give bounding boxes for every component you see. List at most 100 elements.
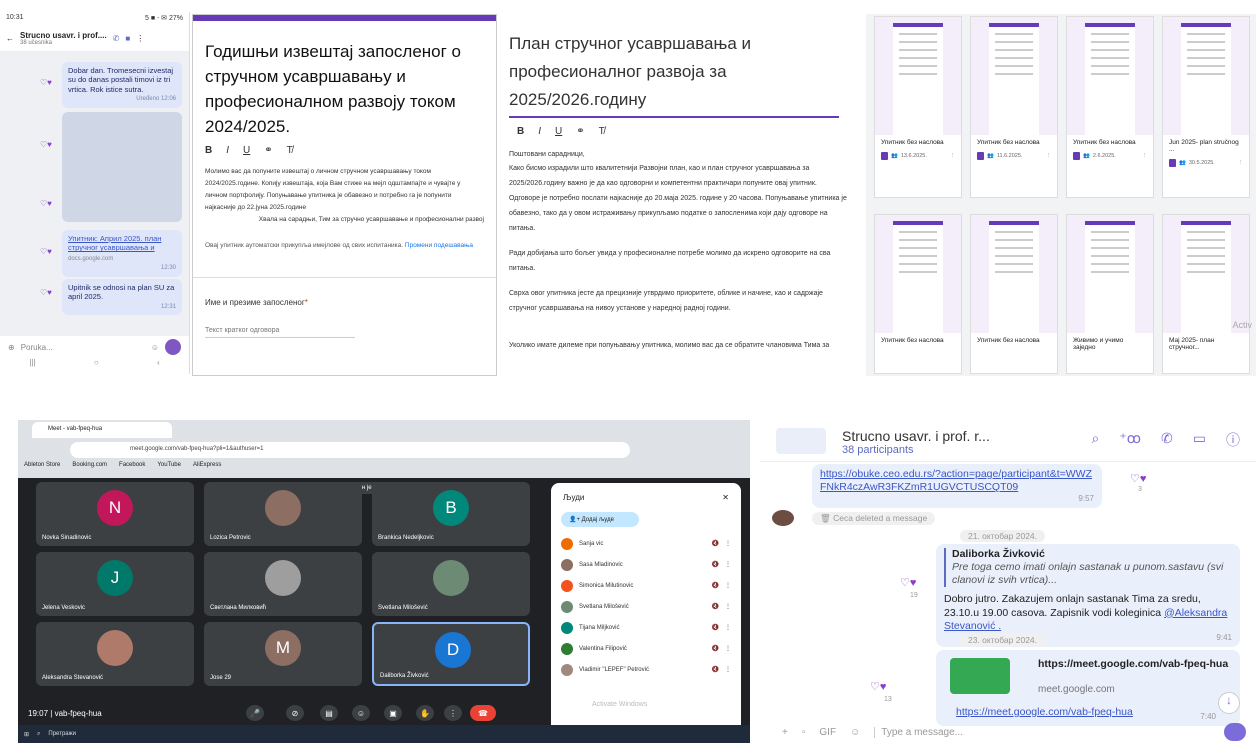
bookmark[interactable]: AliExpress (193, 462, 221, 468)
participant-tile[interactable]: B Brankica Nedeljkovic (372, 482, 530, 546)
italic-icon[interactable]: I (226, 145, 229, 156)
message-input[interactable]: Type a message... (874, 726, 1210, 738)
present-icon[interactable]: ▣ (384, 705, 402, 721)
people-list-item[interactable]: Tijana Miljković 🔇 ⋮ (551, 617, 741, 638)
info-icon[interactable]: ⓘ (1226, 430, 1240, 450)
bold-icon[interactable]: B (205, 145, 212, 156)
underline-icon[interactable]: U (243, 145, 250, 156)
video-call-icon[interactable]: ▭ (1193, 430, 1206, 450)
participants-count[interactable]: 38 participants (842, 444, 914, 456)
participant-tile[interactable]: Aleksandra Stevanović (36, 622, 194, 686)
search-icon[interactable]: ⌕ (37, 731, 40, 738)
reply-message[interactable]: Daliborka Živković Pre toga cemo imati o… (936, 544, 1240, 647)
participant-tile[interactable]: D Daliborka Živković (372, 622, 530, 686)
captions-icon[interactable]: ▤ (320, 705, 338, 721)
back-arrow-icon[interactable]: ← (6, 34, 14, 43)
add-people-button[interactable]: 👤+ Додај људе (561, 512, 639, 527)
form-card[interactable]: Живимо и учимо заједно (1066, 214, 1154, 374)
close-icon[interactable]: ✕ (722, 493, 729, 502)
more-icon[interactable]: ⋮ (725, 582, 731, 589)
send-icon[interactable] (1224, 723, 1246, 741)
heart-icon[interactable]: ♡♥ (870, 680, 886, 693)
message-input[interactable]: Poruka... (21, 343, 145, 352)
more-icon[interactable]: ⋮ (136, 34, 144, 43)
add-icon[interactable]: ⊕ (8, 343, 15, 352)
scroll-down-icon[interactable]: ↓ (1218, 692, 1240, 714)
image-message[interactable] (62, 112, 182, 222)
more-icon[interactable]: ⋮ (725, 666, 731, 673)
more-icon[interactable]: ⋮ (1142, 153, 1148, 159)
form-card[interactable]: Упитник без наслова 👥 2.6.2025. ⋮ (1066, 16, 1154, 198)
change-settings-link[interactable]: Промени подешавања (405, 242, 473, 249)
form-title[interactable]: План стручног усавршавања и професионалн… (499, 14, 857, 114)
search-icon[interactable]: ⌕ (1092, 430, 1100, 450)
italic-icon[interactable]: I (538, 126, 541, 137)
message-bubble[interactable]: Dobar dan. Tromesecni izvestaj su do dan… (62, 62, 182, 108)
participant-tile[interactable]: Lozica Petrovic (204, 482, 362, 546)
people-list-item[interactable]: Vladimir "LEPEF" Petrović 🔇 ⋮ (551, 659, 741, 680)
bookmark[interactable]: Facebook (119, 462, 145, 468)
heart-icon[interactable]: ♡♥ (40, 199, 52, 208)
clear-format-icon[interactable]: T̸ (287, 145, 293, 156)
send-icon[interactable] (165, 339, 181, 355)
windows-start-icon[interactable]: ⊞ (24, 731, 29, 738)
people-list-item[interactable]: Sasa Mladinovic 🔇 ⋮ (551, 554, 741, 575)
video-icon[interactable]: ■ (125, 34, 130, 43)
short-answer-input[interactable]: Текст кратког одговора (205, 325, 355, 338)
more-icon[interactable]: ⋮ (725, 540, 731, 547)
underline-icon[interactable]: U (555, 126, 562, 137)
gallery-icon[interactable]: ▫ (802, 727, 806, 738)
participant-tile[interactable]: J Jelena Veskovic (36, 552, 194, 616)
form-card[interactable]: Упитник без наслова 👥 13.6.2025. ⋮ (874, 16, 962, 198)
address-bar[interactable]: meet.google.com/vab-fpeq-hua?pli=1&authu… (70, 442, 630, 458)
home-icon[interactable]: ○ (94, 358, 99, 374)
link-icon[interactable]: ⚭ (576, 126, 584, 137)
people-list-item[interactable]: Valentina Filipović 🔇 ⋮ (551, 638, 741, 659)
more-icon[interactable]: ⋮ (725, 561, 731, 568)
link-icon[interactable]: ⚭ (264, 145, 272, 156)
link-preview-message[interactable]: https://meet.google.com/vab-fpeq-hua mee… (936, 650, 1240, 726)
people-list-item[interactable]: Simonica Milutinovic 🔇 ⋮ (551, 575, 741, 596)
heart-icon[interactable]: ♡♥ (1130, 472, 1146, 485)
bookmark[interactable]: Booking.com (72, 462, 107, 468)
recents-icon[interactable]: ||| (29, 358, 35, 374)
bookmark[interactable]: Ableton Store (24, 462, 60, 468)
browser-tab[interactable]: Meet - vab-fpeq-hua (32, 422, 172, 438)
leave-call-button[interactable]: ☎ (470, 705, 496, 721)
more-icon[interactable]: ⋮ (1238, 160, 1244, 166)
form-card[interactable]: Упитник без наслова (970, 214, 1058, 374)
people-list-item[interactable]: Sanja vic 🔇 ⋮ (551, 533, 741, 554)
heart-icon[interactable]: ♡♥ (40, 140, 52, 149)
back-icon[interactable]: ‹ (157, 358, 160, 374)
mic-icon[interactable]: 🎤 (246, 705, 264, 721)
participant-tile[interactable]: M Jose 29 (204, 622, 362, 686)
heart-icon[interactable]: ♡♥ (40, 78, 52, 87)
form-card[interactable]: Упитник без наслова 👥 11.6.2025. ⋮ (970, 16, 1058, 198)
plus-icon[interactable]: + (782, 727, 788, 738)
participant-tile[interactable]: N Novka Sinadinovic (36, 482, 194, 546)
form-description[interactable]: Молимо вас да попуните извештај о личном… (193, 166, 496, 214)
more-icon[interactable]: ⋮ (725, 624, 731, 631)
more-icon[interactable]: ⋮ (1046, 153, 1052, 159)
meet-link[interactable]: https://meet.google.com/vab-fpeq-hua (956, 706, 1133, 719)
message-bubble[interactable]: Upitnik se odnosi na plan SU za april 20… (62, 279, 182, 316)
sticker-icon[interactable]: ☺ (151, 343, 159, 352)
heart-icon[interactable]: ♡♥ (900, 576, 916, 589)
form-card[interactable]: Jun 2025- plan stručnog ... 👥 30.5.2025. ⋮ (1162, 16, 1250, 198)
more-options-icon[interactable]: ⋮ (444, 705, 462, 721)
bookmark[interactable]: YouTube (157, 462, 181, 468)
clear-format-icon[interactable]: T̸ (599, 126, 605, 137)
heart-icon[interactable]: ♡♥ (40, 247, 52, 256)
more-icon[interactable]: ⋮ (725, 645, 731, 652)
add-participant-icon[interactable]: ⁺ꝏ (1119, 430, 1141, 450)
form-card[interactable]: Упитник без наслова (874, 214, 962, 374)
call-icon[interactable]: ✆ (1161, 430, 1173, 450)
link-message[interactable]: Упитник: Април 2025. план стручног усавр… (62, 230, 182, 277)
participant-tile[interactable]: Светлана Милковић (204, 552, 362, 616)
taskbar-search[interactable]: Претражи (48, 731, 76, 737)
form-card[interactable]: Мај 2025- план стручног... (1162, 214, 1250, 374)
chat-title[interactable]: Strucno usavr. i prof. r... (842, 428, 990, 444)
phone-icon[interactable]: ✆ (113, 34, 120, 43)
heart-icon[interactable]: ♡♥ (40, 288, 52, 297)
sticker-icon[interactable]: ☺ (850, 727, 860, 738)
